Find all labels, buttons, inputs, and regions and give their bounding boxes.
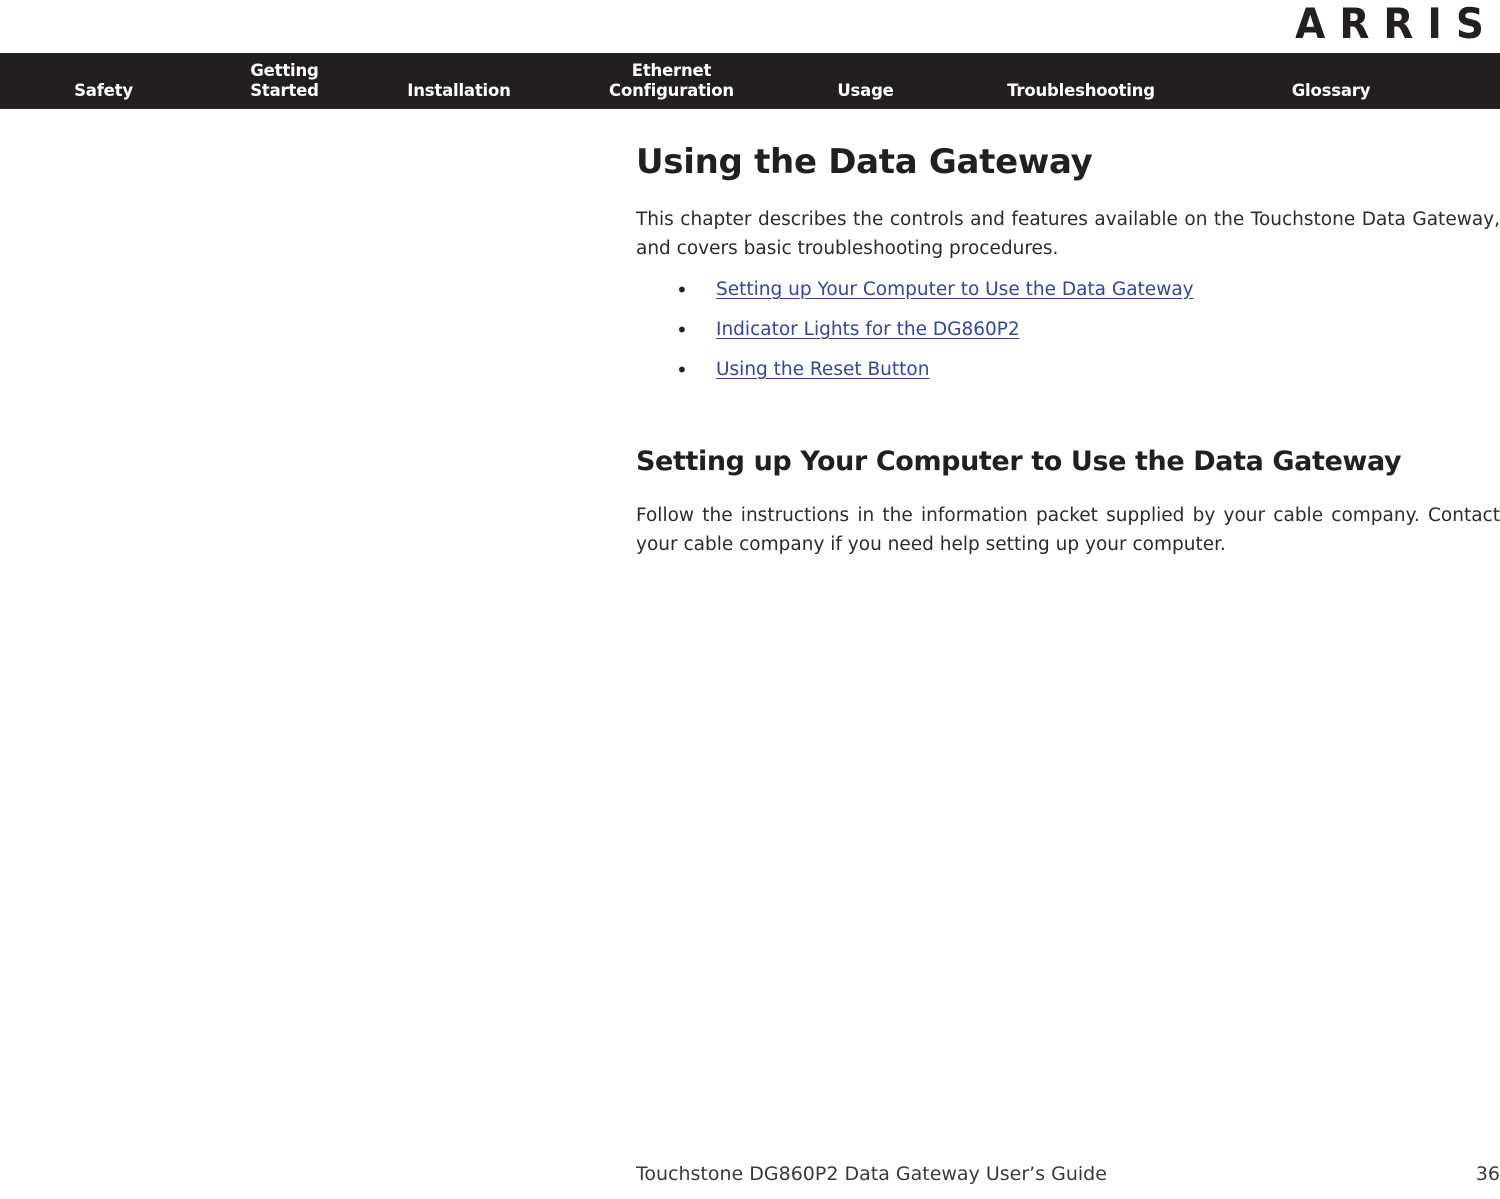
nav-item-glossary[interactable]: Glossary (1218, 81, 1444, 109)
link-indicator-lights[interactable]: Indicator Lights for the DG860P2 (716, 319, 1020, 340)
intro-paragraph: This chapter describes the controls and … (636, 209, 1500, 259)
chapter-link-list: • Setting up Your Computer to Use the Da… (636, 277, 1500, 383)
bullet-icon: • (676, 358, 688, 382)
section-paragraph: Follow the instructions in the informati… (636, 505, 1500, 555)
nav-item-troubleshooting[interactable]: Troubleshooting (944, 81, 1218, 109)
list-item: • Indicator Lights for the DG860P2 (636, 317, 1500, 343)
nav-item-ethernet-configuration[interactable]: Ethernet Configuration (556, 61, 787, 109)
list-item: • Using the Reset Button (636, 357, 1500, 383)
page-title: Using the Data Gateway (636, 142, 1093, 182)
link-using-the-reset-button[interactable]: Using the Reset Button (716, 359, 929, 380)
chapter-navigation-bar: Safety Getting Started Installation Ethe… (0, 53, 1500, 109)
nav-item-safety[interactable]: Safety (0, 81, 207, 109)
section-title: Setting up Your Computer to Use the Data… (636, 446, 1402, 477)
footer-document-title: Touchstone DG860P2 Data Gateway User’s G… (636, 1163, 1107, 1185)
page-content: Using the Data Gateway This chapter desc… (636, 109, 1500, 559)
page-footer: Touchstone DG860P2 Data Gateway User’s G… (636, 1163, 1500, 1185)
brand-bar: ARRIS (0, 0, 1500, 53)
list-item: • Setting up Your Computer to Use the Da… (636, 277, 1500, 303)
nav-item-getting-started[interactable]: Getting Started (207, 61, 362, 109)
nav-item-usage[interactable]: Usage (787, 81, 944, 109)
nav-item-installation[interactable]: Installation (362, 81, 556, 109)
bullet-icon: • (676, 278, 688, 302)
link-setting-up-your-computer[interactable]: Setting up Your Computer to Use the Data… (716, 279, 1194, 300)
bullet-icon: • (676, 318, 688, 342)
arris-logo: ARRIS (1295, 0, 1498, 49)
footer-page-number: 36 (1475, 1163, 1500, 1185)
